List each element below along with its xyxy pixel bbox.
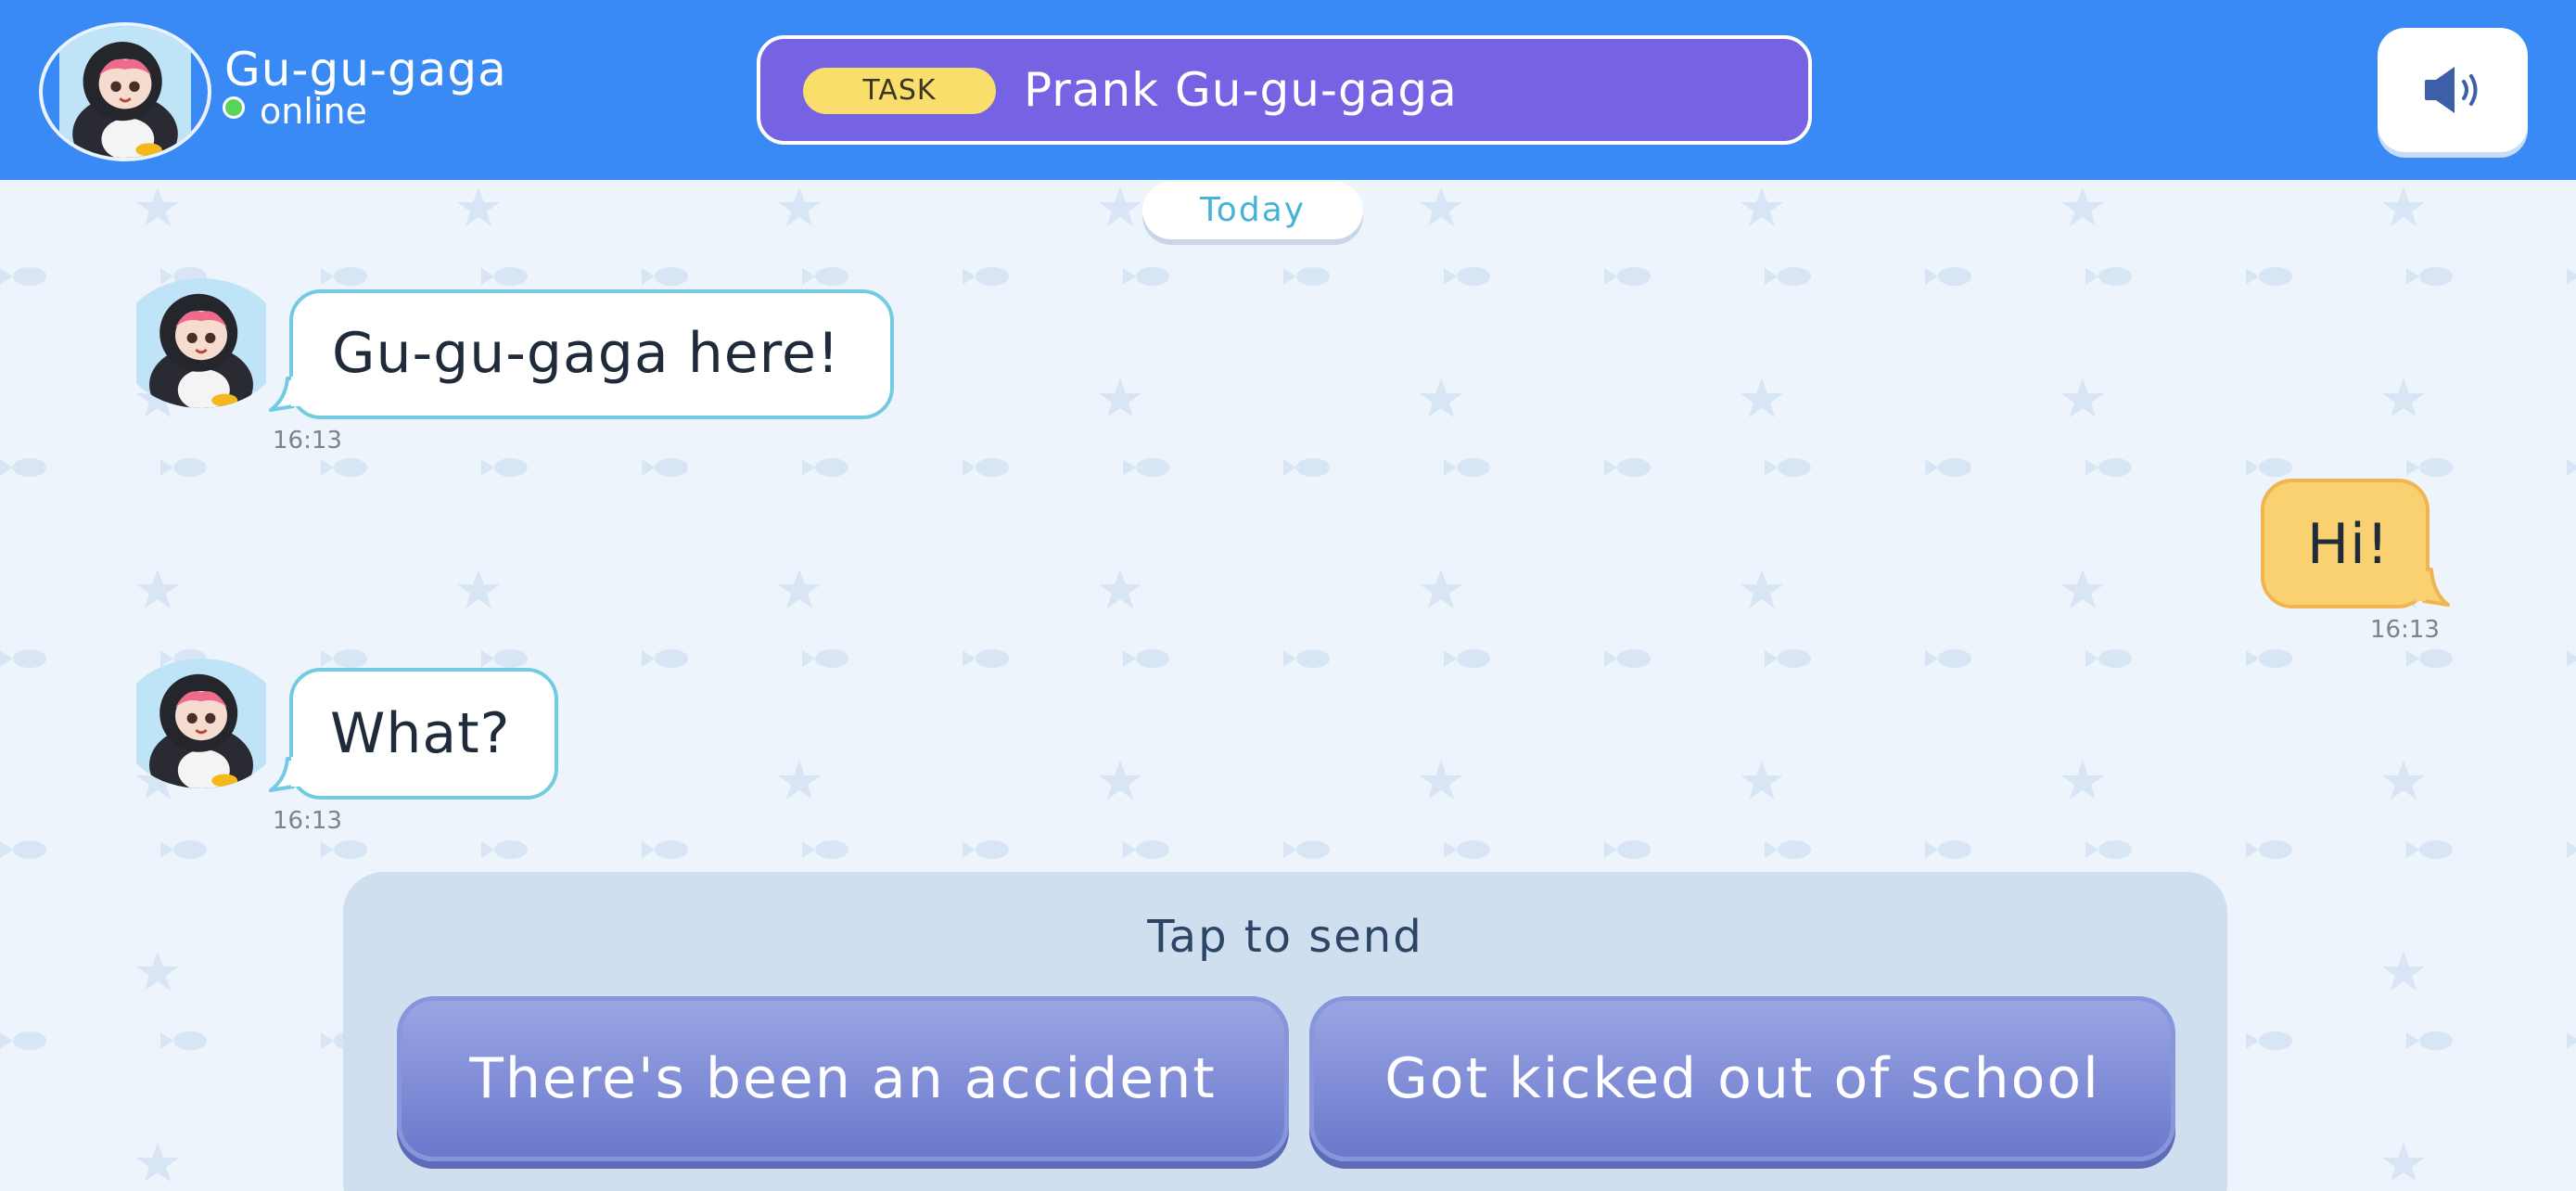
speaker-icon — [2425, 67, 2478, 113]
incoming-message-bubble: Gu-gu-gaga here! — [289, 289, 894, 419]
bubble-tail — [269, 377, 304, 412]
message-text: Hi! — [2307, 512, 2390, 577]
chat-header: Gu-gu-gaga online TASK Prank Gu-gu-gaga — [0, 0, 2576, 180]
task-badge: TASK — [803, 68, 996, 114]
sound-toggle-button[interactable] — [2378, 28, 2528, 152]
message-timestamp: 16:13 — [273, 807, 342, 835]
reply-prompt: Tap to send — [1147, 911, 1423, 963]
contact-avatar[interactable] — [39, 22, 211, 161]
message-text: Gu-gu-gaga here! — [332, 321, 840, 386]
outgoing-message-bubble: Hi! — [2261, 479, 2429, 608]
incoming-message-bubble: What? — [289, 668, 558, 800]
message-timestamp: 16:13 — [273, 427, 342, 455]
quick-reply-panel: Tap to send There's been an accident Got… — [343, 872, 2227, 1191]
bubble-tail — [2415, 568, 2450, 607]
bubble-tail — [269, 757, 304, 792]
penguin-girl-icon — [59, 26, 191, 158]
task-banner: TASK Prank Gu-gu-gaga — [757, 35, 1812, 145]
task-title: Prank Gu-gu-gaga — [1024, 63, 1458, 117]
penguin-girl-icon — [136, 278, 266, 408]
contact-status: online — [260, 91, 367, 132]
penguin-girl-icon — [136, 659, 266, 788]
day-separator: Today — [1142, 182, 1363, 239]
reply-option-accident[interactable]: There's been an accident — [397, 996, 1289, 1161]
online-status-dot — [223, 96, 245, 119]
contact-name: Gu-gu-gaga — [224, 43, 507, 96]
message-timestamp: 16:13 — [2370, 616, 2440, 644]
message-avatar[interactable] — [119, 659, 284, 788]
chat-screen: Gu-gu-gaga online TASK Prank Gu-gu-gaga … — [0, 0, 2576, 1191]
message-text: What? — [330, 701, 511, 766]
reply-option-kicked-out[interactable]: Got kicked out of school — [1309, 996, 2175, 1161]
message-avatar[interactable] — [119, 278, 284, 408]
